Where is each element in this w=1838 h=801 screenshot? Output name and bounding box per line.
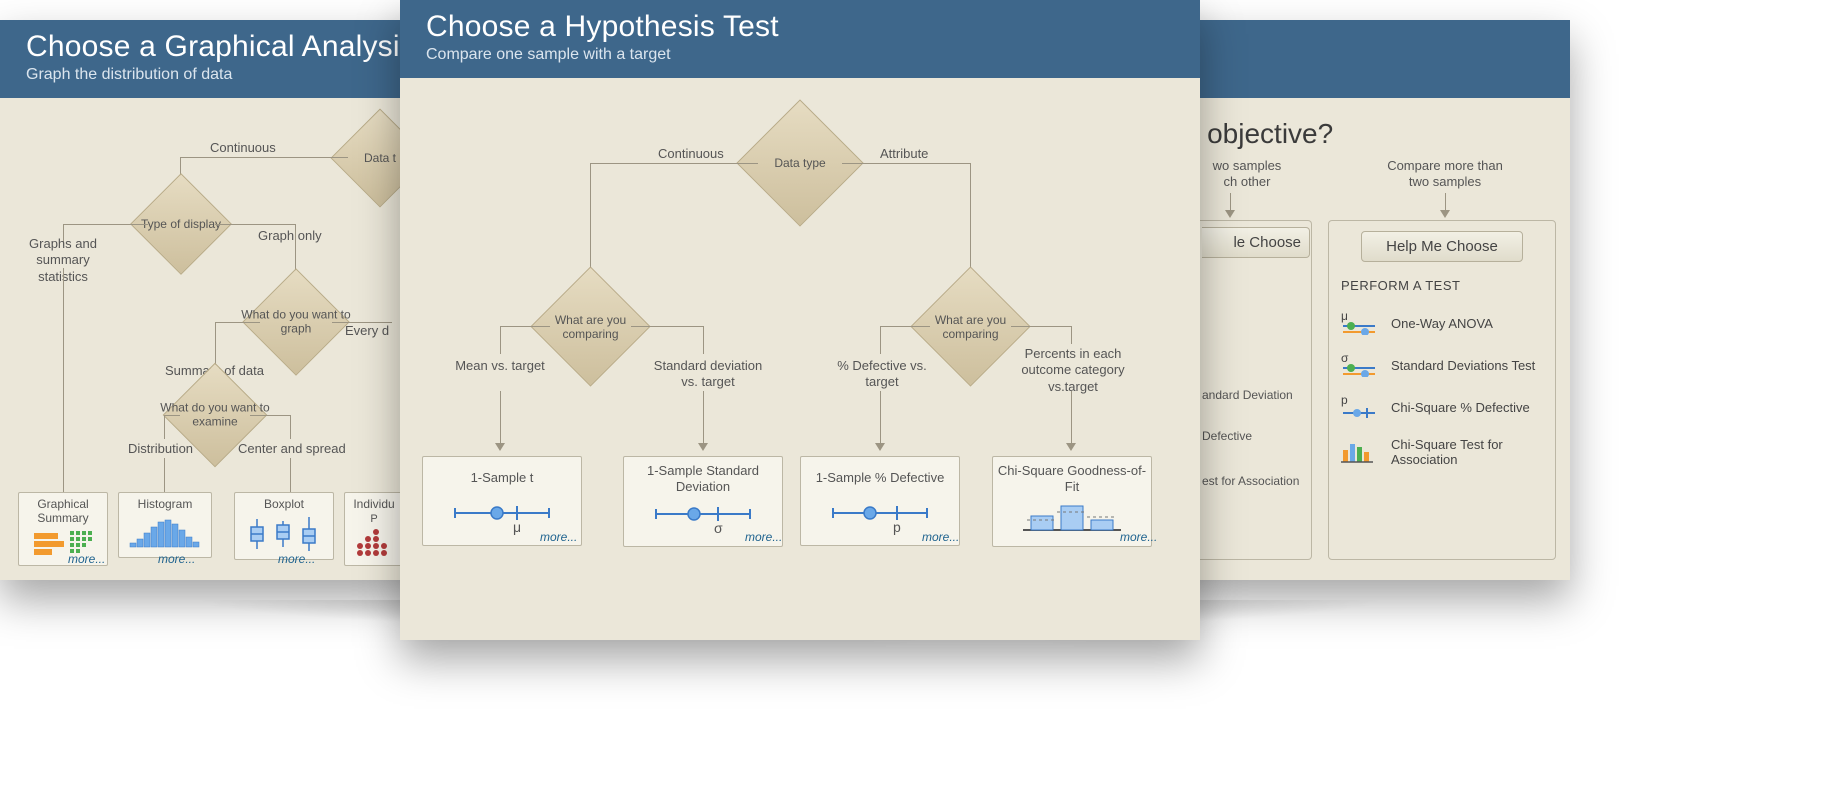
branch-continuous: Continuous [658, 146, 724, 162]
panel-header-center: Choose a Hypothesis Test Compare one sam… [400, 0, 1200, 78]
label-graph-only: Graph only [258, 228, 322, 244]
label-pct-defective-vs-target: % Defective vs. target [832, 358, 932, 391]
svg-text:μ: μ [513, 519, 521, 535]
label-more-than-two: Compare more than two samples [1380, 158, 1510, 191]
branch-continuous-left: Continuous [210, 140, 276, 156]
panel-title-center: Choose a Hypothesis Test [426, 10, 1174, 44]
test-std-dev[interactable]: σ Standard Deviations Test [1341, 353, 1543, 377]
more-link[interactable]: more... [745, 530, 782, 544]
svg-text:p: p [1341, 395, 1348, 407]
panel-hypothesis-test: Choose a Hypothesis Test Compare one sam… [400, 0, 1200, 640]
label-distribution: Distribution [128, 441, 193, 457]
svg-text:μ: μ [1341, 311, 1348, 323]
more-link[interactable]: more... [158, 552, 195, 566]
boxplot-icon [237, 517, 331, 553]
perform-a-test-heading: PERFORM A TEST [1341, 278, 1543, 293]
help-me-choose-panel: Help Me Choose PERFORM A TEST μ One-Way … [1328, 220, 1556, 560]
help-me-choose-button-fragment[interactable]: le Choose [1202, 227, 1310, 258]
panel-subtitle-center: Compare one sample with a target [426, 46, 1174, 64]
help-me-choose-button[interactable]: Help Me Choose [1361, 231, 1523, 262]
test-chi-sq-defective[interactable]: p Chi-Square % Defective [1341, 395, 1543, 419]
tile-individual-values[interactable]: Individu P [344, 492, 404, 566]
more-link[interactable]: more... [1120, 530, 1157, 544]
more-link[interactable]: more... [278, 552, 315, 566]
histogram-icon [121, 517, 209, 551]
p-slider-icon: p [1341, 395, 1377, 419]
label-every-d: Every d [345, 323, 389, 339]
label-two-samples-fragment: wo samples ch other [1197, 158, 1297, 191]
heading-objective-fragment: r objective? [1190, 116, 1333, 151]
bar-chart-icon [1341, 440, 1377, 464]
svg-text:σ: σ [1341, 353, 1349, 365]
more-link[interactable]: more... [68, 552, 105, 566]
svg-text:p: p [893, 519, 901, 535]
label-stddev-vs-target: Standard deviation vs. target [648, 358, 768, 391]
branch-attribute: Attribute [880, 146, 928, 162]
sigma-slider-icon: σ [1341, 353, 1377, 377]
label-center-spread: Center and spread [238, 441, 346, 457]
test-chi-sq-association[interactable]: Chi-Square Test for Association [1341, 437, 1543, 467]
tile-histogram[interactable]: Histogram [118, 492, 212, 558]
mu-slider-icon: μ [1341, 311, 1377, 335]
tile-boxplot[interactable]: Boxplot [234, 492, 334, 560]
dotplot-icon [347, 529, 401, 559]
svg-text:σ: σ [714, 520, 723, 536]
more-link[interactable]: more... [540, 530, 577, 544]
label-percents-vs-target: Percents in each outcome category vs.tar… [1008, 346, 1138, 395]
label-mean-vs-target: Mean vs. target [455, 358, 545, 374]
more-link[interactable]: more... [922, 530, 959, 544]
test-one-way-anova[interactable]: μ One-Way ANOVA [1341, 311, 1543, 335]
